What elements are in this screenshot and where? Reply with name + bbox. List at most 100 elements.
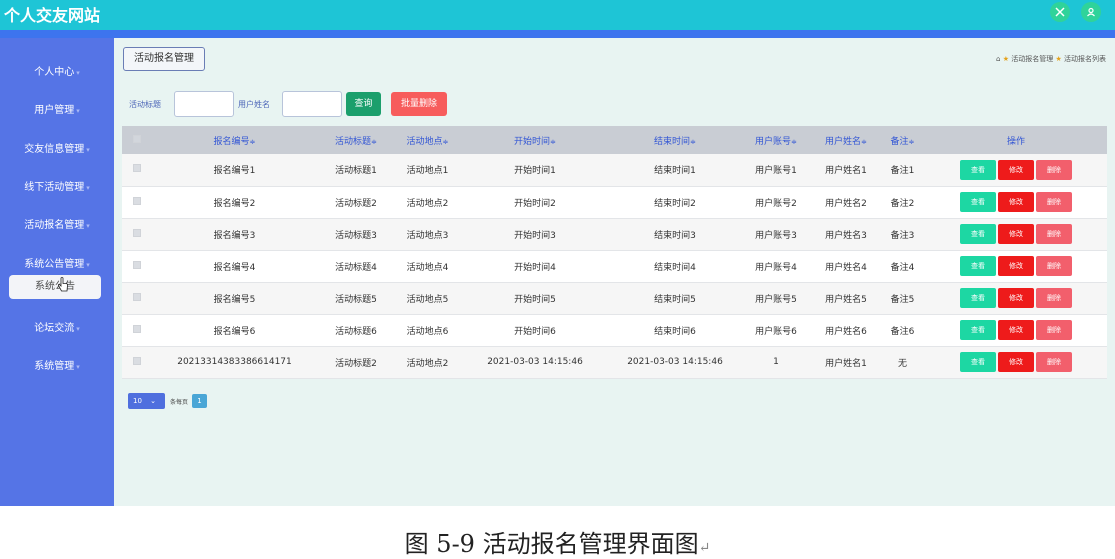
table-cell: 用户姓名6	[812, 314, 880, 347]
sidebar-item-system-management[interactable]: 系统管理 ▾	[0, 357, 114, 372]
view-button[interactable]: 查看	[960, 288, 996, 308]
breadcrumb-item: 活动报名列表	[1064, 55, 1106, 63]
table-cell: 报名编号1	[152, 154, 317, 187]
edit-button[interactable]: 修改	[998, 320, 1034, 340]
sidebar-item-personal-center[interactable]: 个人中心 ▾	[0, 63, 114, 78]
main-content: 活动报名管理 ⌂ ★ 活动报名管理 ★ 活动报名列表 活动标题 用户姓名 查询 …	[114, 38, 1115, 506]
caret-down-icon: ▾	[86, 146, 90, 154]
page-number-button[interactable]: 1	[192, 394, 208, 408]
view-button[interactable]: 查看	[960, 320, 996, 340]
delete-button[interactable]: 删除	[1036, 192, 1072, 212]
table-cell: 开始时间2	[460, 186, 610, 219]
table-row: 20213314383386614171 活动标题2 活动地点2 2021-03-03…	[122, 346, 1107, 379]
user-icon[interactable]	[1081, 2, 1101, 22]
row-checkbox[interactable]	[122, 218, 152, 251]
row-checkbox[interactable]	[122, 154, 152, 187]
edit-button[interactable]: 修改	[998, 224, 1034, 244]
row-checkbox[interactable]	[122, 346, 152, 379]
row-checkbox[interactable]	[122, 282, 152, 315]
table-cell: 用户姓名1	[812, 154, 880, 187]
table-row: 报名编号2 活动标题2 活动地点2 开始时间2 结束时间2 用户账号2 用户姓名2 备注2 查看…	[122, 186, 1107, 219]
table-cell: 结束时间5	[610, 282, 740, 315]
home-icon[interactable]: ⌂	[996, 55, 1000, 63]
breadcrumb: ⌂ ★ 活动报名管理 ★ 活动报名列表	[996, 54, 1106, 64]
sidebar-item-announcement-management[interactable]: 系统公告管理 ▾	[0, 255, 114, 270]
column-header[interactable]: 备注≑	[880, 126, 925, 154]
user-name-label: 用户姓名	[238, 100, 270, 109]
table-cell: 结束时间4	[610, 250, 740, 283]
edit-button[interactable]: 修改	[998, 159, 1034, 180]
sidebar-item-user-management[interactable]: 用户管理 ▾	[0, 101, 114, 116]
sidebar-item-dating-info[interactable]: 交友信息管理 ▾	[0, 140, 114, 155]
star-icon: ★	[1002, 55, 1010, 63]
sidebar-item-label: 论坛交流	[34, 323, 75, 334]
row-actions: 查看 修改 删除	[925, 314, 1107, 347]
pagination: 10 ⌄ 条每页 1	[128, 393, 208, 409]
table-cell: 用户姓名4	[812, 250, 880, 283]
view-button[interactable]: 查看	[960, 256, 996, 276]
table-cell: 活动标题6	[317, 314, 395, 347]
row-actions: 查看 修改 删除	[925, 186, 1107, 219]
caret-down-icon: ▾	[76, 69, 80, 77]
edit-button[interactable]: 修改	[998, 288, 1034, 308]
table-cell: 20213314383386614171	[152, 346, 317, 379]
sidebar-item-label: 个人中心	[34, 67, 75, 78]
row-checkbox[interactable]	[122, 314, 152, 347]
chevron-down-icon: ⌄	[150, 397, 157, 405]
sidebar-subitem-announcement[interactable]: 系统公告	[9, 275, 101, 299]
delete-button[interactable]: 删除	[1036, 159, 1072, 180]
delete-button[interactable]: 删除	[1036, 352, 1072, 372]
query-button[interactable]: 查询	[346, 92, 381, 116]
user-name-input[interactable]	[282, 91, 342, 117]
table-row: 报名编号4 活动标题4 活动地点4 开始时间4 结束时间4 用户账号4 用户姓名4 备注4 查看…	[122, 250, 1107, 283]
table-cell: 活动标题1	[317, 154, 395, 187]
page-size-select[interactable]: 10 ⌄	[128, 393, 165, 409]
column-header[interactable]: 结束时间≑	[610, 126, 740, 154]
table-cell: 结束时间3	[610, 218, 740, 251]
sidebar: 个人中心 ▾ 用户管理 ▾ 交友信息管理 ▾ 线下活动管理 ▾ 活动报名管理 ▾ 系统公告…	[0, 38, 114, 506]
batch-delete-button[interactable]: 批量删除	[391, 92, 447, 116]
delete-button[interactable]: 删除	[1036, 320, 1072, 340]
column-header[interactable]: 活动地点≑	[395, 126, 460, 154]
sidebar-item-offline-activity[interactable]: 线下活动管理 ▾	[0, 178, 114, 193]
edit-button[interactable]: 修改	[998, 192, 1034, 212]
page-title-button[interactable]: 活动报名管理	[123, 47, 205, 71]
view-button[interactable]: 查看	[960, 192, 996, 212]
breadcrumb-item[interactable]: 活动报名管理	[1011, 55, 1053, 63]
delete-button[interactable]: 删除	[1036, 288, 1072, 308]
table-cell: 用户账号4	[740, 250, 812, 283]
table-cell: 活动标题2	[317, 186, 395, 219]
edit-button[interactable]: 修改	[998, 352, 1034, 372]
row-checkbox[interactable]	[122, 186, 152, 219]
sidebar-item-forum[interactable]: 论坛交流 ▾	[0, 319, 114, 334]
table-cell: 用户账号5	[740, 282, 812, 315]
row-actions: 查看 修改 删除	[925, 346, 1107, 379]
fullscreen-icon[interactable]	[1050, 2, 1070, 22]
table-row: 报名编号5 活动标题5 活动地点5 开始时间5 结束时间5 用户账号5 用户姓名5 备注5 查看…	[122, 282, 1107, 315]
activity-title-input[interactable]	[174, 91, 234, 117]
caret-down-icon: ▾	[86, 261, 90, 269]
column-header[interactable]: 用户账号≑	[740, 126, 812, 154]
delete-button[interactable]: 删除	[1036, 256, 1072, 276]
view-button[interactable]: 查看	[960, 224, 996, 244]
edit-button[interactable]: 修改	[998, 256, 1034, 276]
column-header[interactable]: 用户姓名≑	[812, 126, 880, 154]
view-button[interactable]: 查看	[960, 159, 996, 180]
column-header[interactable]: 报名编号≑	[152, 126, 317, 154]
row-checkbox[interactable]	[122, 250, 152, 283]
select-all-checkbox[interactable]	[122, 126, 152, 154]
delete-button[interactable]: 删除	[1036, 224, 1072, 244]
table-header-row: 报名编号≑ 活动标题≑ 活动地点≑ 开始时间≑ 结束时间≑ 用户账号≑ 用户姓名…	[122, 126, 1107, 154]
sidebar-item-activity-signup[interactable]: 活动报名管理 ▾	[0, 216, 114, 231]
view-button[interactable]: 查看	[960, 352, 996, 372]
table-cell: 备注2	[880, 186, 925, 219]
column-header[interactable]: 活动标题≑	[317, 126, 395, 154]
table-cell: 活动标题2	[317, 346, 395, 379]
table-cell: 用户姓名1	[812, 346, 880, 379]
column-header[interactable]: 开始时间≑	[460, 126, 610, 154]
table-cell: 活动地点2	[395, 186, 460, 219]
caret-down-icon: ▾	[86, 184, 90, 192]
sidebar-item-label: 系统公告管理	[24, 259, 85, 270]
table-cell: 报名编号4	[152, 250, 317, 283]
table-row: 报名编号3 活动标题3 活动地点3 开始时间3 结束时间3 用户账号3 用户姓名3 备注3 查看…	[122, 218, 1107, 251]
